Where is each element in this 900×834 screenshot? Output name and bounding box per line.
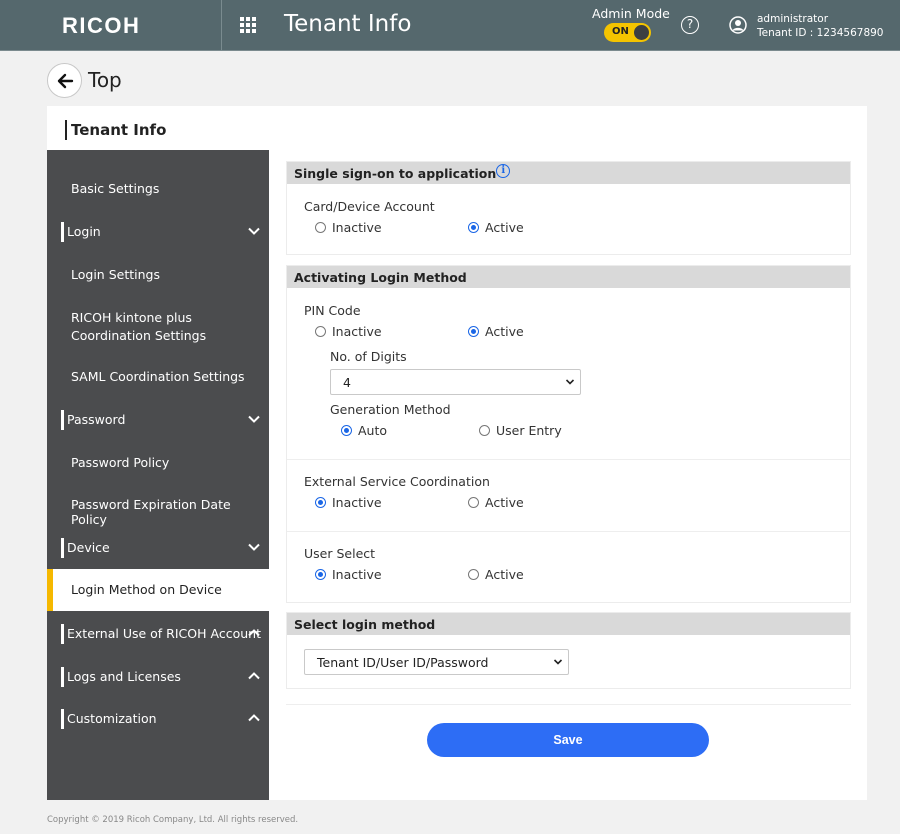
arrow-left-icon (57, 73, 74, 89)
section-header: Single sign-on to application i (287, 162, 850, 184)
sidebar-item-label: Customization (67, 711, 157, 726)
generation-method-label: Generation Method (330, 402, 451, 417)
chevron-up-icon (248, 629, 260, 637)
user-select-label: User Select (304, 546, 376, 561)
sidebar-item-label: Password (67, 412, 126, 427)
no-of-digits-select[interactable]: 4 (330, 369, 581, 395)
panel-title: Tenant Info (65, 120, 166, 140)
user-name: administrator (757, 13, 829, 25)
chevron-up-icon (248, 714, 260, 722)
sidebar-item-basic-settings[interactable]: Basic Settings (47, 181, 269, 196)
sidebar-item-label: Login (67, 224, 101, 239)
sso-section: Single sign-on to application i Card/Devi… (286, 161, 851, 255)
card-device-account-label: Card/Device Account (304, 199, 435, 214)
save-button[interactable]: Save (427, 723, 709, 757)
help-icon[interactable]: ? (681, 16, 699, 34)
tenant-id: Tenant ID : 1234567890 (757, 27, 884, 39)
sidebar-item-login-settings[interactable]: Login Settings (47, 267, 269, 282)
group-marker (61, 667, 64, 687)
chevron-down-icon (248, 415, 260, 423)
external-service-label: External Service Coordination (304, 474, 490, 489)
user-account-icon[interactable] (729, 16, 747, 34)
toggle-state-label: ON (612, 26, 629, 37)
sidebar-item-label: Password Expiration Date Policy (71, 497, 231, 527)
no-of-digits-label: No. of Digits (330, 349, 407, 364)
row-divider (287, 459, 850, 460)
sidebar-item-label: RICOH kintone plus Coordination Settings (71, 310, 207, 343)
chevron-down-icon (553, 659, 563, 665)
group-marker (61, 538, 64, 558)
sidebar: Basic Settings Login Login Settings RICO… (47, 150, 269, 800)
info-icon[interactable]: i (496, 164, 511, 178)
group-marker (61, 624, 64, 644)
toggle-knob (634, 25, 649, 40)
sidebar-item-password-expiration[interactable]: Password Expiration Date Policy (47, 497, 269, 527)
copyright-text: Copyright © 2019 Ricoh Company, Ltd. All… (47, 815, 299, 825)
select-value: 4 (343, 375, 351, 390)
app-title: Tenant Info (284, 11, 412, 37)
login-method-select[interactable]: Tenant ID/User ID/Password (304, 649, 569, 675)
pin-code-label: PIN Code (304, 303, 361, 318)
chevron-down-icon (248, 543, 260, 551)
sidebar-item-login-method-on-device[interactable]: Login Method on Device (47, 569, 269, 611)
back-label: Top (88, 68, 122, 92)
header-divider (221, 0, 222, 51)
sidebar-group-customization[interactable]: Customization (47, 709, 269, 729)
sidebar-item-label: Password Policy (71, 455, 170, 470)
select-login-method-section: Select login method Tenant ID/User ID/Pa… (286, 612, 851, 689)
chevron-down-icon (565, 379, 575, 385)
sidebar-group-device[interactable]: Device (47, 538, 269, 558)
sidebar-group-logs-licenses[interactable]: Logs and Licenses (47, 667, 269, 687)
sidebar-item-label: Login Method on Device (71, 582, 222, 597)
section-title: Single sign-on to application (294, 166, 497, 181)
actions-divider (286, 704, 851, 705)
back-button[interactable] (47, 63, 82, 98)
admin-mode-label: Admin Mode (592, 6, 670, 21)
sidebar-group-login[interactable]: Login (47, 222, 269, 242)
sidebar-item-label: Logs and Licenses (67, 669, 181, 684)
sidebar-item-saml-coordination[interactable]: SAML Coordination Settings (47, 369, 269, 384)
sidebar-item-label: Basic Settings (71, 181, 160, 196)
sidebar-group-password[interactable]: Password (47, 410, 269, 430)
admin-mode-toggle[interactable]: ON (604, 23, 651, 42)
section-header: Select login method (287, 613, 850, 635)
sidebar-item-label: Device (67, 540, 110, 555)
row-divider (287, 531, 850, 532)
group-marker (61, 222, 64, 242)
sidebar-item-label: Login Settings (71, 267, 160, 282)
sidebar-item-kintone-coordination[interactable]: RICOH kintone plus Coordination Settings (47, 309, 257, 345)
activating-login-section: Activating Login Method PIN Code Inactiv… (286, 265, 851, 603)
ricoh-logo: RICOH (62, 13, 141, 38)
top-header: RICOH Tenant Info Admin Mode ON ? admini… (0, 0, 900, 51)
sidebar-item-label: SAML Coordination Settings (71, 369, 245, 384)
chevron-up-icon (248, 672, 260, 680)
group-marker (61, 410, 64, 430)
select-value: Tenant ID/User ID/Password (317, 655, 489, 670)
chevron-down-icon (248, 227, 260, 235)
sidebar-group-external-use[interactable]: External Use of RICOH Account (47, 624, 269, 644)
sidebar-item-label: External Use of RICOH Account (67, 626, 261, 641)
section-header: Activating Login Method (287, 266, 850, 288)
main-panel: Tenant Info Basic Settings Login Login S… (47, 106, 867, 800)
sidebar-item-password-policy[interactable]: Password Policy (47, 455, 269, 470)
apps-grid-icon[interactable] (240, 17, 258, 35)
group-marker (61, 709, 64, 729)
